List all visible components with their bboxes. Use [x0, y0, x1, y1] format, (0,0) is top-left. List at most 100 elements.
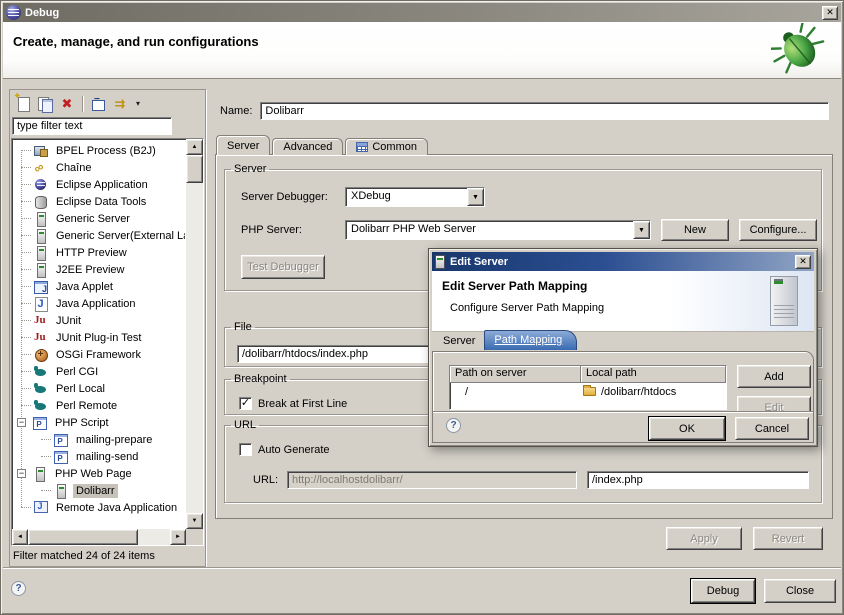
collapse-toggle-icon[interactable]: − [17, 418, 26, 427]
tree-item-chaine[interactable]: Chaîne [13, 159, 185, 176]
debug-configurations-window: Debug ✕ Create, manage, and run configur… [0, 0, 844, 615]
test-debugger-button[interactable]: Test Debugger [241, 255, 325, 279]
break-first-line-checkbox[interactable]: ✓ [239, 397, 252, 410]
tree-item-mailing-send[interactable]: mailing-send [13, 448, 185, 465]
tree-horizontal-scrollbar[interactable]: ◄ ► [12, 529, 186, 545]
tree-item-perl-cgi[interactable]: Perl CGI [13, 363, 185, 380]
collapse-all-icon[interactable] [89, 95, 107, 113]
java-icon [33, 296, 49, 312]
chevron-down-icon[interactable]: ▼ [467, 188, 484, 206]
column-header-path-on-server[interactable]: Path on server [450, 366, 581, 383]
tab-advanced[interactable]: Advanced [272, 138, 343, 155]
osgi-icon [33, 347, 49, 363]
edit-server-heading: Edit Server Path Mapping [442, 279, 587, 293]
php-server-select[interactable]: Dolibarr PHP Web Server ▼ [345, 220, 651, 240]
sidebar-toolbar: ✖ ⇉ ▾ [10, 90, 205, 117]
path-mapping-table[interactable]: Path on server Local path / /dolibarr/ht… [449, 365, 727, 410]
tree-item-junit-plugin-test[interactable]: JUnit Plug-in Test [13, 329, 185, 346]
java-remote-icon [33, 500, 49, 516]
edit-server-header: Edit Server Path Mapping Configure Serve… [432, 271, 814, 332]
cancel-button[interactable]: Cancel [735, 417, 809, 440]
delete-configuration-icon[interactable]: ✖ [58, 95, 76, 113]
file-group-legend: File [231, 321, 255, 333]
scroll-left-icon[interactable]: ◄ [12, 529, 28, 545]
tree-item-eclipse-application[interactable]: Eclipse Application [13, 176, 185, 193]
tree-item-generic-server-external[interactable]: Generic Server(External La [13, 227, 185, 244]
eclipse-icon [33, 177, 49, 193]
horizontal-scroll-thumb[interactable] [28, 529, 138, 545]
ok-button[interactable]: OK [649, 417, 725, 440]
configure-server-button[interactable]: Configure... [739, 219, 817, 241]
applet-icon [33, 279, 49, 295]
tree-item-http-preview[interactable]: HTTP Preview [13, 244, 185, 261]
tree-item-java-applet[interactable]: Java Applet [13, 278, 185, 295]
tree-item-j2ee-preview[interactable]: J2EE Preview [13, 261, 185, 278]
tab-server[interactable]: Server [216, 135, 270, 155]
collapse-toggle-icon[interactable]: − [17, 469, 26, 478]
toolbar-separator [82, 96, 83, 112]
auto-generate-checkbox[interactable] [239, 443, 252, 456]
add-mapping-button[interactable]: Add [737, 365, 811, 388]
server-debugger-select[interactable]: XDebug ▼ [345, 187, 485, 207]
tree-item-junit[interactable]: JUnit [13, 312, 185, 329]
perl-icon [33, 381, 49, 397]
window-close-button[interactable]: ✕ [822, 6, 838, 20]
new-server-button[interactable]: New [661, 219, 729, 241]
close-button[interactable]: Close [764, 579, 836, 603]
tree-item-remote-java-application[interactable]: Remote Java Application [13, 499, 185, 516]
server-icon [53, 483, 69, 499]
new-configuration-icon[interactable] [14, 95, 32, 113]
perl-icon [33, 364, 49, 380]
filter-icon[interactable]: ⇉ [111, 95, 129, 113]
filter-input[interactable] [12, 117, 172, 135]
tree-item-php-web-page[interactable]: −PHP Web Page [13, 465, 185, 482]
chain-icon [33, 160, 49, 176]
tree-item-perl-remote[interactable]: Perl Remote [13, 397, 185, 414]
scroll-up-icon[interactable]: ▲ [186, 139, 203, 155]
edit-server-close-button[interactable]: ✕ [795, 255, 811, 269]
scroll-down-icon[interactable]: ▼ [186, 513, 203, 529]
tree-item-dolibarr[interactable]: Dolibarr [13, 482, 185, 499]
tab-server-settings[interactable]: Server [434, 332, 484, 350]
tree-item-bpel-process[interactable]: BPEL Process (B2J) [13, 142, 185, 159]
tree-item-mailing-prepare[interactable]: mailing-prepare [13, 431, 185, 448]
url-path-input[interactable] [587, 471, 809, 489]
eclipse-logo-icon [6, 5, 21, 20]
scrollbar-corner [186, 529, 203, 545]
tab-common[interactable]: Common [345, 138, 428, 155]
configurations-sidebar: ✖ ⇉ ▾ BPEL Process (B2J) Chaîne Eclipse … [9, 89, 206, 567]
filter-status-text: Filter matched 24 of 24 items [10, 546, 205, 566]
help-icon[interactable]: ? [11, 581, 26, 596]
path-mapping-content: Path on server Local path / /dolibarr/ht… [432, 351, 814, 443]
tab-path-mapping[interactable]: Path Mapping [484, 330, 577, 350]
vertical-scroll-thumb[interactable] [186, 155, 203, 183]
perl-icon [33, 398, 49, 414]
configurations-tree: BPEL Process (B2J) Chaîne Eclipse Applic… [11, 138, 204, 546]
tree-item-osgi-framework[interactable]: OSGi Framework [13, 346, 185, 363]
filter-menu-arrow-icon[interactable]: ▾ [133, 95, 143, 113]
edit-server-button-bar: ? OK Cancel [433, 412, 813, 442]
tree-item-perl-local[interactable]: Perl Local [13, 380, 185, 397]
title-bar[interactable]: Debug ✕ [3, 3, 841, 22]
chevron-down-icon[interactable]: ▼ [633, 221, 650, 239]
dialog-header-band: Create, manage, and run configurations [3, 22, 841, 79]
table-row[interactable]: / /dolibarr/htdocs [450, 383, 726, 400]
server-icon [33, 228, 49, 244]
tree-item-generic-server[interactable]: Generic Server [13, 210, 185, 227]
debug-button[interactable]: Debug [691, 579, 755, 603]
edit-server-title-bar[interactable]: Edit Server ✕ [432, 252, 814, 271]
name-label: Name: [220, 105, 252, 117]
duplicate-configuration-icon[interactable] [36, 95, 54, 113]
help-icon[interactable]: ? [446, 418, 461, 433]
server-icon [32, 466, 48, 482]
scroll-right-icon[interactable]: ► [170, 529, 186, 545]
tree-item-java-application[interactable]: Java Application [13, 295, 185, 312]
apply-button[interactable]: Apply [666, 527, 742, 550]
tree-item-eclipse-data-tools[interactable]: Eclipse Data Tools [13, 193, 185, 210]
tree-vertical-scrollbar[interactable]: ▲ ▼ [186, 139, 203, 529]
revert-button[interactable]: Revert [753, 527, 823, 550]
edit-server-tabs: Server Path Mapping [434, 330, 577, 350]
column-header-local-path[interactable]: Local path [581, 366, 726, 383]
name-input[interactable] [260, 102, 829, 120]
tree-item-php-script[interactable]: −PHP Script [13, 414, 185, 431]
